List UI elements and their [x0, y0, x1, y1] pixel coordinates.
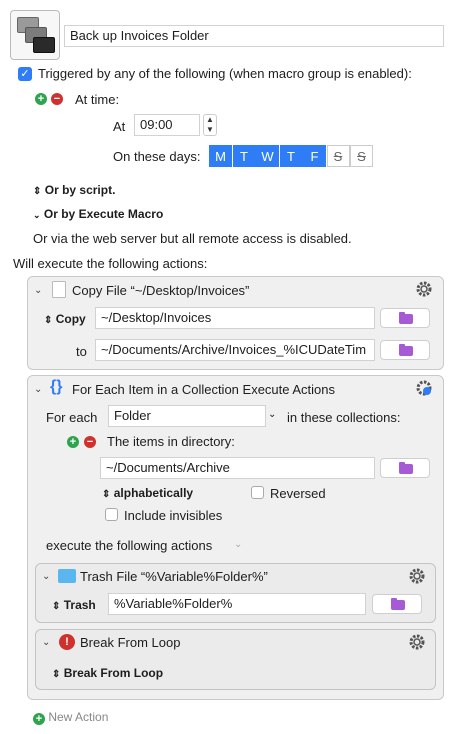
copy-source-field[interactable]: ~/Desktop/Invoices	[95, 307, 375, 329]
copy-op-select[interactable]: ⇕ Copy	[44, 312, 86, 326]
chevron-down-icon[interactable]: ⌄	[34, 384, 42, 395]
add-collection-button[interactable]: +	[67, 436, 79, 448]
break-action-title: Break From Loop	[80, 635, 181, 650]
remove-collection-button[interactable]: −	[84, 436, 96, 448]
window-stack-icon	[11, 11, 61, 61]
items-in-directory-label: The items in directory:	[107, 434, 235, 449]
break-from-loop-action[interactable]: ⌄ ! Break From Loop ⇕ Break From Loop	[35, 629, 436, 690]
or-by-execute-macro-disclosure[interactable]: ⌄ Or by Execute Macro	[33, 207, 163, 221]
directory-field[interactable]: ~/Documents/Archive	[100, 457, 375, 479]
chevron-down-icon[interactable]: ⌄	[234, 539, 242, 550]
execute-actions-label: execute the following actions	[46, 538, 213, 553]
updown-icon: ⇕	[33, 186, 42, 197]
triggered-label: Triggered by any of the following (when …	[38, 66, 412, 81]
or-by-script-disclosure[interactable]: ⇕ Or by script.	[33, 183, 115, 197]
remove-trigger-button[interactable]: −	[51, 93, 63, 105]
days-label: On these days:	[113, 149, 201, 164]
chevron-down-icon[interactable]: ⌄	[42, 637, 50, 648]
day-toggle-friday[interactable]: F	[303, 145, 326, 167]
gear-icon[interactable]	[407, 632, 427, 652]
day-toggle-monday[interactable]: M	[209, 145, 232, 167]
gear-clock-icon[interactable]	[414, 378, 434, 398]
copy-file-action[interactable]: ⌄ Copy File “~/Desktop/Invoices” ⇕ Copy …	[27, 276, 444, 370]
day-toggle-sunday[interactable]: S	[350, 145, 373, 167]
new-action-label: New Action	[48, 710, 109, 724]
updown-icon: ⇕	[52, 601, 61, 612]
at-label: At	[113, 119, 126, 134]
macro-name-field[interactable]: Back up Invoices Folder	[64, 25, 444, 47]
day-toggle-thursday[interactable]: T	[279, 145, 303, 167]
macro-icon[interactable]	[10, 10, 60, 60]
day-toggle-wednesday[interactable]: W	[256, 145, 279, 167]
trash-file-action[interactable]: ⌄ Trash File “%Variable%Folder%” ⇕ Trash…	[35, 563, 436, 623]
braces-icon: {}	[50, 378, 63, 395]
triggered-checkbox[interactable]: ✓	[18, 67, 32, 81]
trash-op-select[interactable]: ⇕ Trash	[52, 598, 96, 612]
new-action-button[interactable]: + New Action	[33, 710, 109, 725]
day-toggle-saturday[interactable]: S	[326, 145, 350, 167]
to-label: to	[76, 344, 87, 359]
time-stepper[interactable]: ▲ ▼	[203, 114, 217, 136]
updown-icon: ⇕	[44, 315, 53, 326]
include-invisibles-label: Include invisibles	[124, 508, 223, 523]
updown-icon: ⇕	[52, 669, 61, 680]
reversed-label: Reversed	[270, 486, 326, 501]
chevron-down-icon: ⌄	[33, 210, 41, 220]
break-op-label: Break From Loop	[63, 666, 164, 680]
copy-op-label: Copy	[55, 312, 86, 326]
or-by-script-label: Or by script.	[44, 183, 116, 197]
trash-op-label: Trash	[63, 598, 96, 612]
copy-destination-field[interactable]: ~/Documents/Archive/Invoices_%ICUDateTim	[95, 339, 375, 361]
for-each-title: For Each Item in a Collection Execute Ac…	[72, 382, 336, 397]
folder-picker-button[interactable]	[380, 458, 430, 478]
updown-icon: ⇕	[102, 489, 111, 500]
trash-action-title: Trash File “%Variable%Folder%”	[80, 569, 268, 584]
actions-header: Will execute the following actions:	[13, 256, 208, 271]
variable-dropdown-icon[interactable]: ⌄	[268, 409, 276, 420]
copy-action-title: Copy File “~/Desktop/Invoices”	[72, 283, 250, 298]
document-icon	[52, 281, 66, 298]
plus-icon: +	[33, 713, 45, 725]
include-invisibles-checkbox[interactable]	[105, 508, 118, 521]
sort-order-select[interactable]: ⇕ alphabetically	[102, 486, 193, 500]
day-toggle-tuesday[interactable]: T	[232, 145, 256, 167]
web-server-note: Or via the web server but all remote acc…	[33, 231, 352, 246]
for-each-label: For each	[46, 410, 98, 425]
folder-picker-button[interactable]	[380, 340, 430, 360]
variable-field[interactable]: Folder	[108, 405, 266, 427]
gear-icon[interactable]	[407, 566, 427, 586]
chevron-down-icon[interactable]: ⌄	[42, 571, 50, 582]
add-trigger-button[interactable]: +	[35, 93, 47, 105]
folder-picker-button[interactable]	[372, 594, 422, 614]
chevron-down-icon[interactable]: ⌄	[34, 285, 42, 296]
reversed-checkbox[interactable]	[251, 486, 264, 499]
alert-icon: !	[59, 634, 75, 650]
for-each-action[interactable]: ⌄ {} For Each Item in a Collection Execu…	[27, 375, 444, 700]
folder-picker-button[interactable]	[380, 308, 430, 328]
break-op-select[interactable]: ⇕ Break From Loop	[52, 666, 163, 680]
at-time-label: At time:	[75, 92, 120, 107]
or-by-execute-macro-label: Or by Execute Macro	[43, 207, 164, 221]
sort-order-label: alphabetically	[113, 486, 194, 500]
trash-target-field[interactable]: %Variable%Folder%	[108, 593, 366, 615]
time-field[interactable]: 09:00	[134, 114, 200, 136]
gear-icon[interactable]	[414, 279, 434, 299]
folder-icon	[58, 569, 76, 583]
collections-label: in these collections:	[287, 410, 401, 425]
